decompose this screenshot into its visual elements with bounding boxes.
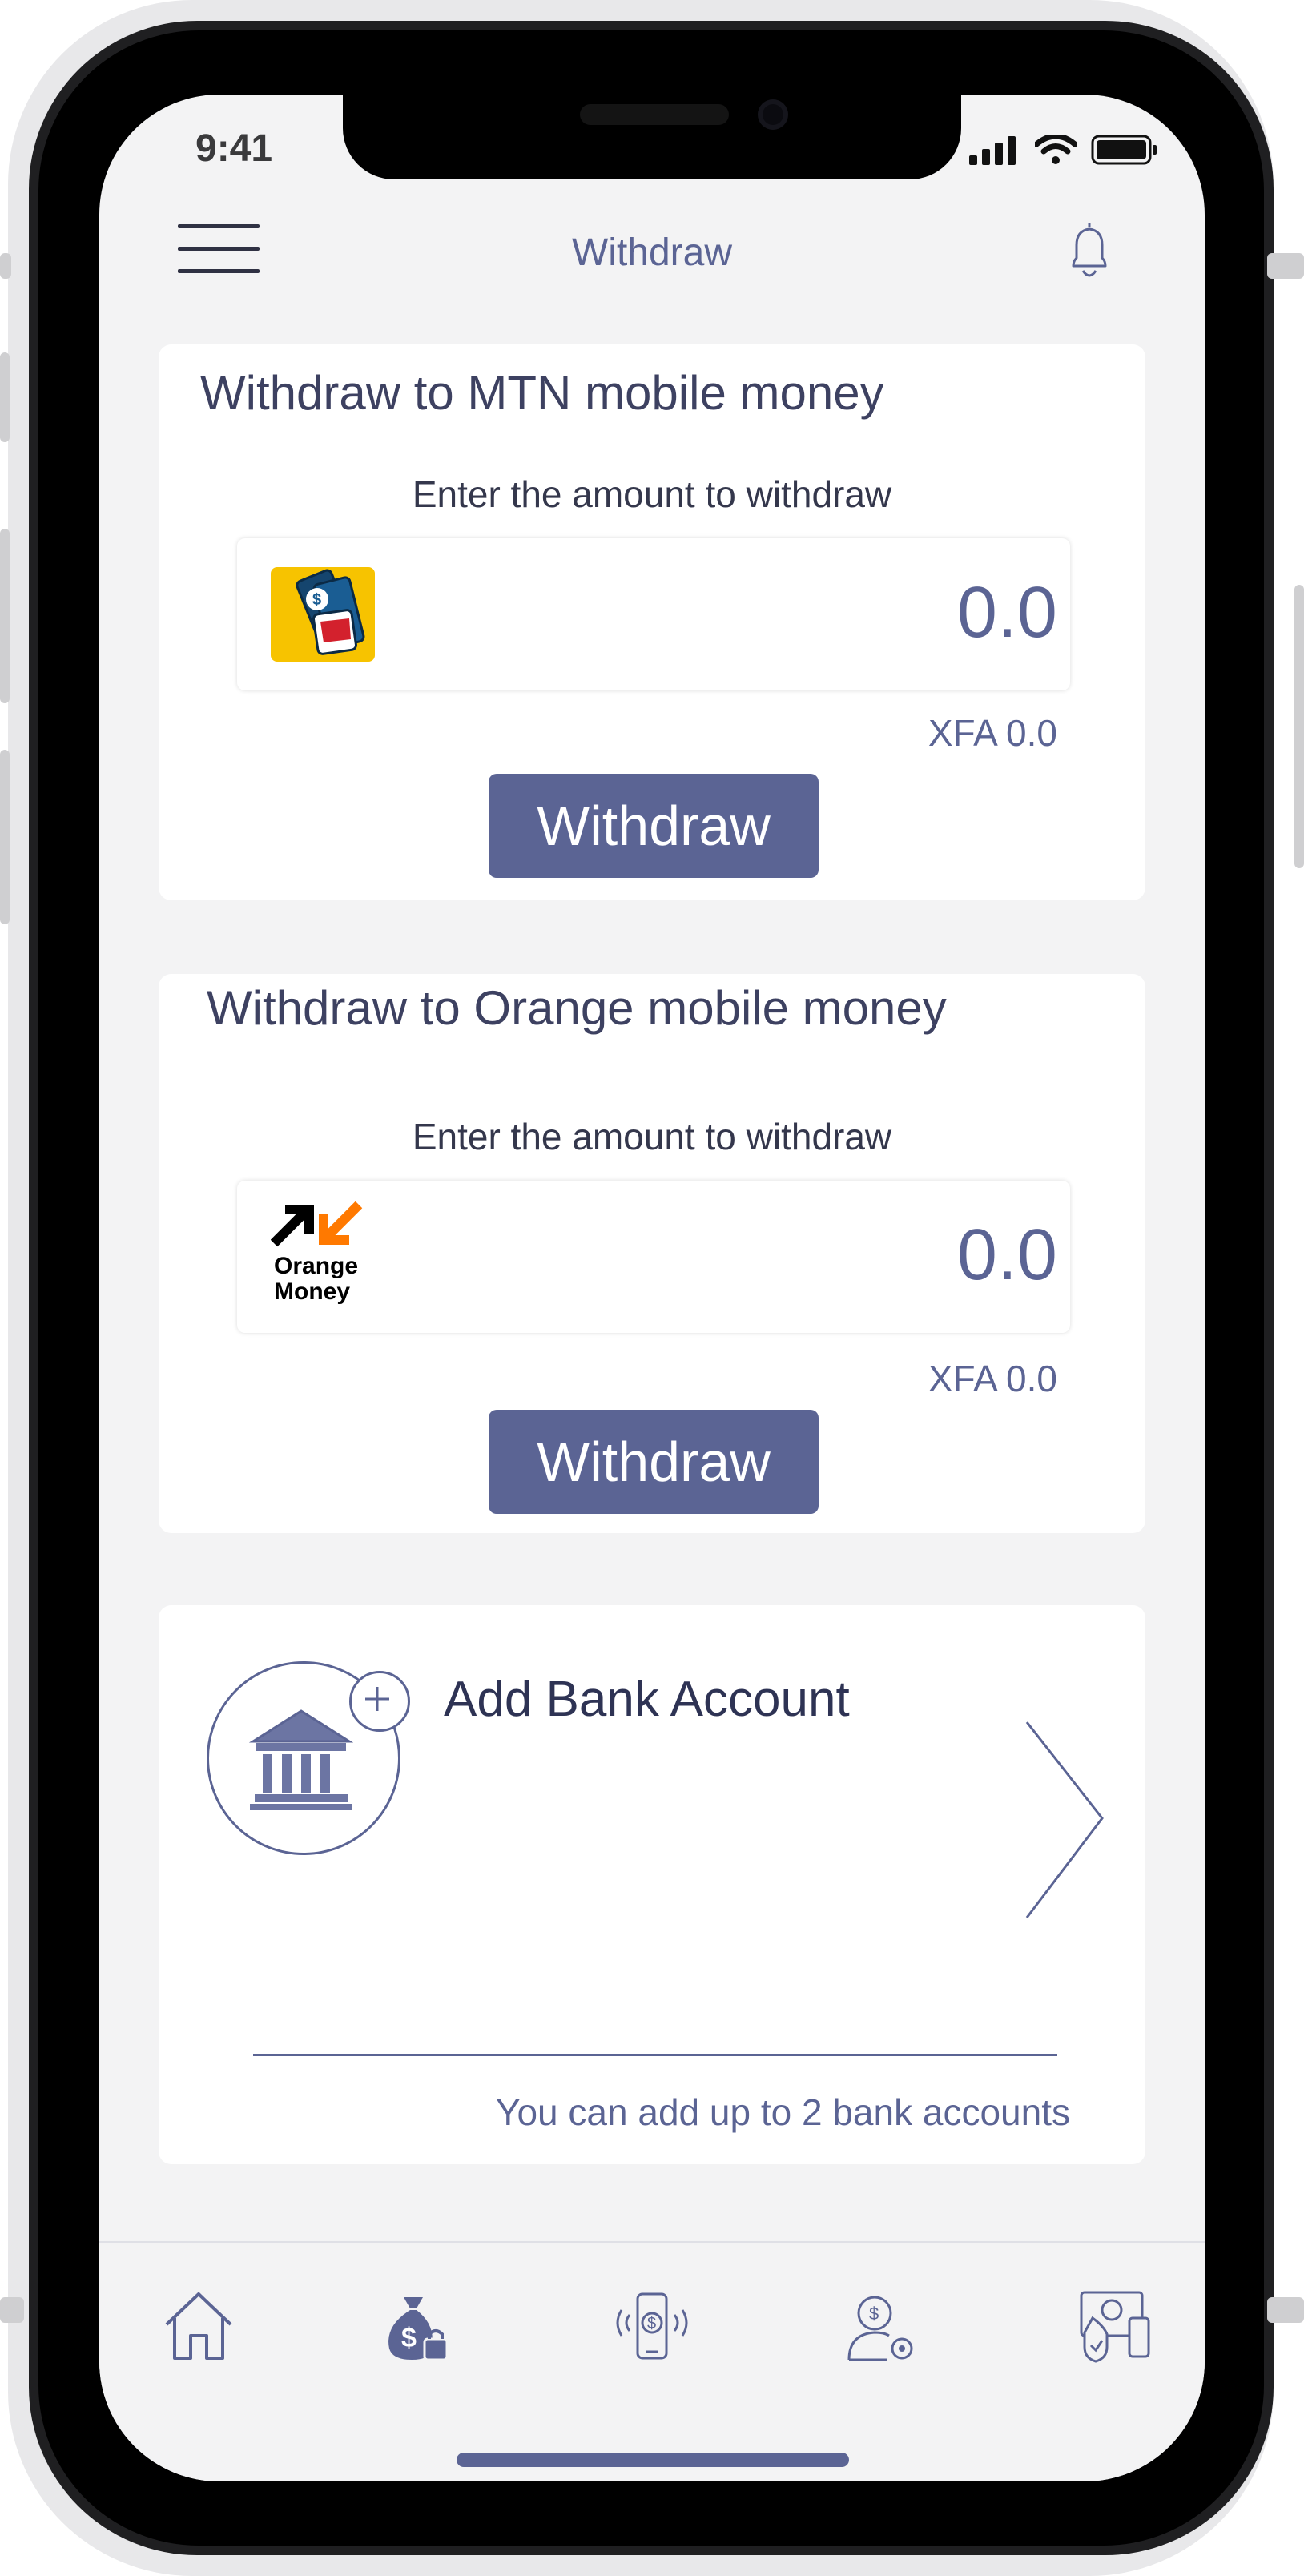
orange-withdraw-card: Withdraw to Orange mobile money Enter th… bbox=[159, 974, 1145, 1533]
svg-text:$: $ bbox=[647, 2315, 656, 2332]
side-notch-bottom-right bbox=[1267, 2297, 1304, 2323]
orange-withdraw-button[interactable]: Withdraw bbox=[489, 1410, 819, 1514]
orange-amount-input[interactable]: Orange Money 0.0 bbox=[237, 1181, 1070, 1333]
mtn-amount-prompt: Enter the amount to withdraw bbox=[412, 473, 892, 515]
orange-card-title: Withdraw to Orange mobile money bbox=[207, 981, 947, 1035]
user-settings-icon[interactable]: $ bbox=[839, 2286, 920, 2366]
mtn-amount-input[interactable]: $ 0.0 bbox=[237, 538, 1070, 690]
home-indicator[interactable] bbox=[457, 2453, 849, 2467]
chevron-right-icon[interactable] bbox=[1025, 1721, 1105, 1921]
bell-icon[interactable] bbox=[1062, 219, 1117, 282]
add-bank-account-title: Add Bank Account bbox=[444, 1672, 850, 1727]
money-bag-icon[interactable]: $ bbox=[375, 2286, 455, 2366]
orange-converted-amount: XFA 0.0 bbox=[928, 1358, 1057, 1399]
side-notch bbox=[0, 253, 11, 279]
orange-amount-prompt: Enter the amount to withdraw bbox=[412, 1116, 892, 1157]
add-bank-account-card[interactable]: Add Bank Account You can add up to 2 ban… bbox=[159, 1605, 1145, 2164]
battery-icon bbox=[1091, 135, 1157, 165]
mute-switch bbox=[0, 352, 10, 442]
status-time: 9:41 bbox=[195, 127, 273, 170]
mtn-mobile-money-logo: $ bbox=[271, 567, 375, 662]
divider bbox=[253, 2054, 1057, 2056]
svg-text:$: $ bbox=[312, 591, 321, 609]
signal-icon bbox=[969, 136, 1016, 165]
notch bbox=[343, 95, 961, 179]
orange-logo-text-2: Money bbox=[274, 1278, 350, 1304]
plus-icon[interactable] bbox=[349, 1671, 410, 1732]
svg-text:$: $ bbox=[401, 2323, 417, 2353]
home-icon[interactable] bbox=[159, 2286, 239, 2366]
side-notch-bottom bbox=[0, 2297, 24, 2323]
tab-bar: $ $ $ bbox=[99, 2241, 1205, 2481]
front-camera bbox=[758, 99, 788, 130]
speaker bbox=[580, 104, 729, 125]
orange-amount-value: 0.0 bbox=[956, 1215, 1057, 1295]
orange-logo-text-1: Orange bbox=[274, 1253, 358, 1279]
bank-account-limit-hint: You can add up to 2 bank accounts bbox=[496, 2091, 1070, 2133]
mtn-amount-value: 0.0 bbox=[956, 573, 1057, 653]
mtn-withdraw-card: Withdraw to MTN mobile money Enter the a… bbox=[159, 344, 1145, 900]
wifi-icon bbox=[1035, 135, 1077, 164]
volume-up-button bbox=[0, 529, 10, 703]
page-title: Withdraw bbox=[571, 231, 733, 274]
screen: 9:41 Withdraw Withdraw to MTN mobile mon… bbox=[99, 95, 1205, 2481]
mobile-payment-icon[interactable]: $ bbox=[612, 2286, 692, 2366]
side-notch-right bbox=[1267, 253, 1304, 279]
mtn-card-title: Withdraw to MTN mobile money bbox=[200, 366, 884, 420]
status-icons bbox=[969, 135, 1158, 165]
secure-payment-icon[interactable] bbox=[1075, 2286, 1155, 2366]
power-button bbox=[1294, 585, 1304, 868]
svg-text:$: $ bbox=[869, 2304, 879, 2324]
volume-down-button bbox=[0, 750, 10, 924]
mtn-converted-amount: XFA 0.0 bbox=[928, 712, 1057, 754]
mtn-withdraw-button[interactable]: Withdraw bbox=[489, 774, 819, 878]
orange-money-logo: Orange Money bbox=[271, 1201, 363, 1304]
